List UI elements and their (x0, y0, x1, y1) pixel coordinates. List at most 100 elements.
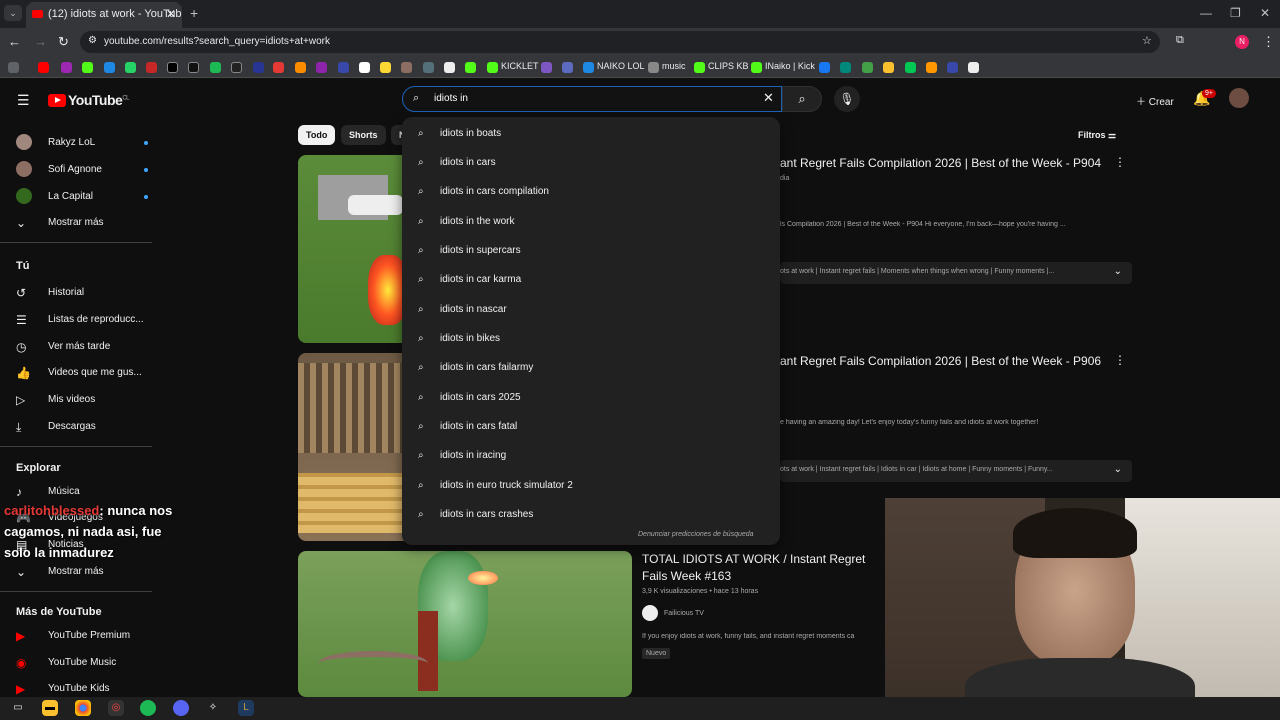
channel-avatar[interactable] (642, 605, 658, 621)
taskbar-file-explorer-icon[interactable]: ▬ (42, 700, 58, 716)
taskbar-start-icon[interactable]: ▭ (10, 700, 26, 716)
browser-tab-youtube[interactable]: (12) idiots at work - YouTube ✕ (26, 2, 182, 28)
bookmark-icon[interactable] (380, 62, 391, 73)
bookmark-icon[interactable] (862, 62, 873, 73)
new-tab-button[interactable]: + (190, 5, 198, 21)
video-channel-1[interactable]: dia (780, 175, 789, 182)
bookmark-icon[interactable] (968, 62, 979, 73)
clear-search-icon[interactable]: ✕ (763, 90, 774, 106)
account-avatar[interactable] (1229, 88, 1249, 108)
back-icon[interactable]: ← (8, 34, 21, 49)
chip-all[interactable]: Todo (298, 125, 336, 145)
bookmark-icon[interactable] (338, 62, 349, 73)
video-channel-3[interactable]: Failicious TV (664, 610, 704, 617)
sidebar-item-watch-later[interactable]: ◷ Ver más tarde (16, 340, 110, 360)
sidebar-item-downloads[interactable]: ⤓ Descargas (16, 420, 96, 440)
video-menu-icon[interactable]: ⋮ (1114, 155, 1126, 169)
video-chapters-2[interactable]: ots at work | Instant regret fails | Idi… (780, 460, 1132, 482)
suggestion-item[interactable]: ⌕ idiots in the work (402, 208, 780, 237)
suggestion-item[interactable]: ⌕ idiots in cars failarmy (402, 354, 780, 383)
bookmark-icon[interactable] (905, 62, 916, 73)
taskbar-chrome-icon[interactable] (75, 700, 91, 716)
video-title-3[interactable]: TOTAL IDIOTS AT WORK / Instant Regret Fa… (642, 551, 892, 585)
suggestion-item[interactable]: ⌕ idiots in cars compilation (402, 178, 780, 207)
sidebar-sub-sofi[interactable]: Sofi Agnone (16, 161, 148, 183)
suggestion-item[interactable]: ⌕ idiots in cars 2025 (402, 384, 780, 413)
sidebar-item-playlists[interactable]: ☰ Listas de reproducc... (16, 313, 144, 333)
tab-search-button[interactable]: ⌄ (4, 5, 22, 21)
maximize-button[interactable]: ❐ (1230, 6, 1241, 20)
create-button[interactable]: ＋ Crear (1128, 88, 1182, 110)
bookmark-icon[interactable] (541, 62, 552, 73)
reload-icon[interactable]: ↻ (58, 34, 69, 50)
suggestion-item[interactable]: ⌕ idiots in cars crashes (402, 501, 780, 530)
bookmark-icon[interactable] (61, 62, 72, 73)
sidebar-sub-rakyz[interactable]: Rakyz LoL (16, 134, 148, 156)
bookmark-icon[interactable] (883, 62, 894, 73)
bookmark-tiktok-icon[interactable] (188, 62, 199, 73)
video-menu-icon[interactable]: ⋮ (1114, 353, 1126, 367)
bookmark-music[interactable]: music (662, 61, 686, 71)
bookmark-icon[interactable] (562, 62, 573, 73)
bookmark-x-icon[interactable] (167, 62, 178, 73)
minimize-button[interactable]: — (1200, 6, 1212, 20)
bookmark-icon[interactable] (947, 62, 958, 73)
taskbar-spotify-icon[interactable] (140, 700, 156, 716)
sidebar-item-premium[interactable]: ▶ YouTube Premium (16, 629, 130, 649)
bookmark-icon[interactable] (444, 62, 455, 73)
sidebar-show-more-subs[interactable]: ⌄ Mostrar más (16, 216, 104, 236)
suggestion-item[interactable]: ⌕ idiots in car karma (402, 266, 780, 295)
bookmark-youtube-icon[interactable] (38, 62, 49, 73)
close-window-button[interactable]: ✕ (1260, 6, 1270, 20)
video-thumbnail-3[interactable] (298, 551, 632, 697)
suggestion-item[interactable]: ⌕ idiots in cars fatal (402, 413, 780, 442)
bookmark-icon[interactable] (401, 62, 412, 73)
taskbar-app-icon[interactable]: ✧ (205, 700, 221, 716)
bookmark-kicklet[interactable]: KICKLET (501, 61, 539, 71)
apps-icon[interactable] (8, 62, 19, 73)
bookmark-facebook-icon[interactable] (819, 62, 830, 73)
search-button[interactable]: ⌕ (782, 86, 822, 112)
suggestion-item[interactable]: ⌕ idiots in boats (402, 120, 780, 149)
extensions-icon[interactable]: ⧉ (1176, 34, 1184, 47)
sidebar-sub-lacapital[interactable]: La Capital (16, 188, 148, 210)
bookmark-whatsapp-icon[interactable] (125, 62, 136, 73)
bookmark-inaiko-kick[interactable]: INaiko | Kick (765, 61, 815, 71)
suggestion-item[interactable]: ⌕ idiots in bikes (402, 325, 780, 354)
bookmark-icon[interactable] (231, 62, 242, 73)
suggestion-item[interactable]: ⌕ idiots in nascar (402, 296, 780, 325)
bookmark-spotify-icon[interactable] (210, 62, 221, 73)
sidebar-item-music-app[interactable]: ◉ YouTube Music (16, 656, 116, 676)
close-tab-icon[interactable]: ✕ (166, 7, 176, 21)
video-chapters-1[interactable]: ots at work | Instant regret fails | Mom… (780, 262, 1132, 284)
bookmark-icon[interactable] (840, 62, 851, 73)
menu-kebab-icon[interactable]: ⋮ (1262, 34, 1275, 50)
suggestion-item[interactable]: ⌕ idiots in supercars (402, 237, 780, 266)
bookmark-icon[interactable] (423, 62, 434, 73)
video-title-2[interactable]: ant Regret Fails Compilation 2026 | Best… (780, 353, 1101, 370)
taskbar-discord-icon[interactable] (173, 700, 189, 716)
sidebar-item-my-videos[interactable]: ▷ Mis videos (16, 393, 95, 413)
site-info-icon[interactable]: ⚙ (88, 35, 97, 46)
suggestion-item[interactable]: ⌕ idiots in iracing (402, 442, 780, 471)
sidebar-item-history[interactable]: ↺ Historial (16, 286, 84, 306)
bookmark-icon[interactable] (926, 62, 937, 73)
chip-shorts[interactable]: Shorts (341, 125, 386, 145)
bookmark-kick-icon[interactable] (82, 62, 93, 73)
bookmark-icon[interactable] (104, 62, 115, 73)
bookmark-icon[interactable] (359, 62, 370, 73)
taskbar-league-icon[interactable]: L (238, 700, 254, 716)
youtube-logo[interactable]: YouTubeCL (48, 92, 129, 108)
filters-button[interactable]: Filtros ⚌ (1078, 130, 1116, 141)
suggestion-item[interactable]: ⌕ idiots in euro truck simulator 2 (402, 472, 780, 501)
suggestion-item[interactable]: ⌕ idiots in cars (402, 149, 780, 178)
voice-search-mic-icon[interactable]: 🎙 (834, 86, 860, 112)
bookmark-icon[interactable] (253, 62, 264, 73)
video-title-1[interactable]: ant Regret Fails Compilation 2026 | Best… (780, 155, 1101, 172)
bookmark-icon[interactable] (465, 62, 476, 73)
hamburger-menu-icon[interactable]: ☰ (17, 92, 30, 109)
section-you-header[interactable]: Tú (16, 260, 29, 272)
sidebar-item-liked[interactable]: 👍 Videos que me gus... (16, 366, 142, 386)
forward-icon[interactable]: → (34, 34, 47, 49)
bookmark-icon[interactable] (295, 62, 306, 73)
